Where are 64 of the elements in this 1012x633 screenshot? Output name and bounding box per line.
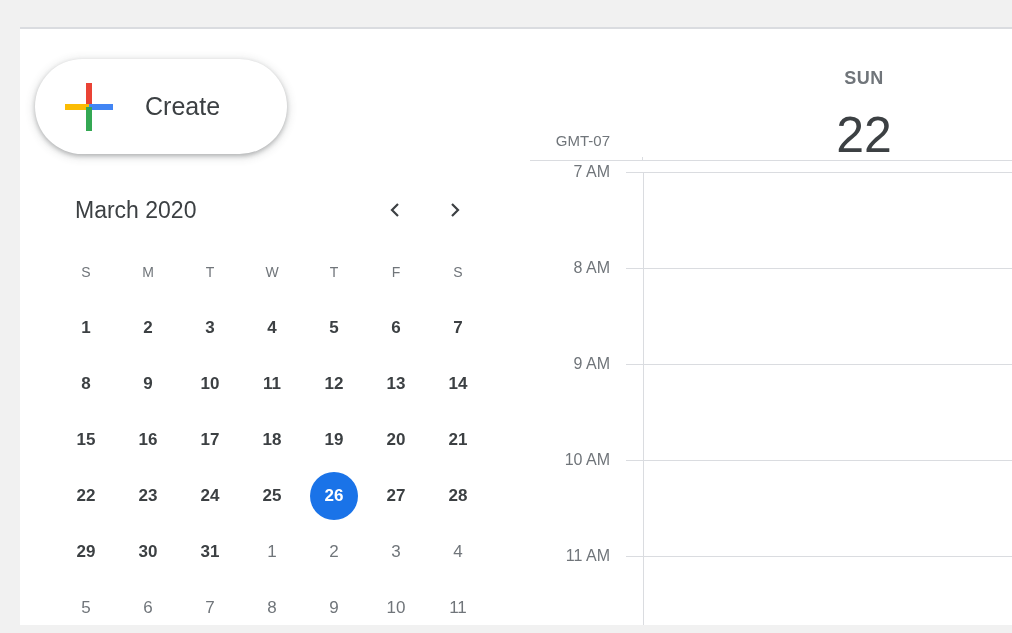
day-cell[interactable]: 2	[124, 304, 172, 352]
day-cell[interactable]: 24	[186, 472, 234, 520]
day-cell[interactable]: 10	[186, 360, 234, 408]
day-cell[interactable]: 4	[248, 304, 296, 352]
day-cell[interactable]: 8	[62, 360, 110, 408]
day-cell[interactable]: 10	[372, 584, 420, 625]
day-cell[interactable]: 29	[62, 528, 110, 576]
day-cell[interactable]: 15	[62, 416, 110, 464]
day-cell[interactable]: 22	[62, 472, 110, 520]
weekday-initial: S	[81, 262, 91, 282]
day-cell[interactable]: 23	[124, 472, 172, 520]
hour-label: 10 AM	[563, 451, 611, 469]
day-cell[interactable]: 13	[372, 360, 420, 408]
hour-label: 11 AM	[564, 547, 611, 565]
day-cell[interactable]: 11	[248, 360, 296, 408]
create-button[interactable]: Create	[35, 59, 287, 154]
hour-slot[interactable]	[643, 364, 1012, 460]
day-cell[interactable]: 5	[62, 584, 110, 625]
day-cell[interactable]: 14	[434, 360, 482, 408]
day-cell[interactable]: 6	[372, 304, 420, 352]
hour-slot[interactable]	[643, 172, 1012, 268]
weekday-initial: T	[329, 262, 339, 282]
hour-slot[interactable]	[643, 460, 1012, 556]
day-cell[interactable]: 16	[124, 416, 172, 464]
selected-day[interactable]: 26	[310, 472, 358, 520]
day-cell[interactable]: 6	[124, 584, 172, 625]
day-cell[interactable]: 1	[62, 304, 110, 352]
weekday-initial: F	[391, 262, 401, 282]
timezone-label: GMT-07	[554, 130, 611, 151]
day-cell[interactable]: 25	[248, 472, 296, 520]
day-cell[interactable]: 18	[248, 416, 296, 464]
hour-label: 7 AM	[572, 163, 611, 181]
day-cell[interactable]: 20	[372, 416, 420, 464]
day-cell[interactable]: 27	[372, 472, 420, 520]
day-cell[interactable]: 9	[310, 584, 358, 625]
date-number[interactable]: 22	[836, 110, 892, 160]
day-cell[interactable]: 1	[248, 528, 296, 576]
weekday-label: SUN	[844, 67, 884, 90]
weekday-initial: T	[205, 262, 215, 282]
day-cell[interactable]: 30	[124, 528, 172, 576]
day-cell[interactable]: 4	[434, 528, 482, 576]
day-cell[interactable]: 12	[310, 360, 358, 408]
day-cell[interactable]: 3	[186, 304, 234, 352]
plus-icon	[65, 82, 113, 131]
day-cell[interactable]: 17	[186, 416, 234, 464]
day-cell[interactable]: 31	[186, 528, 234, 576]
day-cell[interactable]: 21	[434, 416, 482, 464]
day-cell[interactable]: 8	[248, 584, 296, 625]
weekday-initial: M	[142, 262, 154, 282]
weekday-initial: S	[453, 262, 463, 282]
day-cell[interactable]: 28	[434, 472, 482, 520]
day-cell[interactable]: 2	[310, 528, 358, 576]
weekday-initial: W	[265, 262, 279, 282]
day-cell[interactable]: 7	[434, 304, 482, 352]
day-cell[interactable]: 11	[434, 584, 482, 625]
day-cell[interactable]: 9	[124, 360, 172, 408]
day-cell[interactable]: 3	[372, 528, 420, 576]
hour-slot[interactable]	[643, 268, 1012, 364]
hour-label: 9 AM	[572, 355, 611, 373]
day-cell[interactable]: 19	[310, 416, 358, 464]
hour-label: 8 AM	[572, 259, 611, 277]
day-cell[interactable]: 7	[186, 584, 234, 625]
day-cell[interactable]: 5	[310, 304, 358, 352]
month-title: March 2020	[74, 195, 198, 225]
